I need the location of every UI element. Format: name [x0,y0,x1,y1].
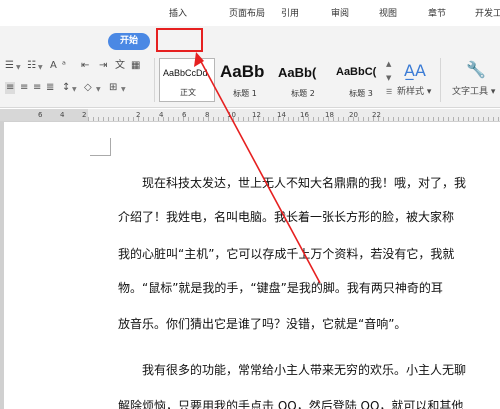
decrease-indent-icon[interactable]: ⇤ [81,60,89,72]
tab-start[interactable]: 开始 [108,33,150,50]
chevron-down-icon[interactable]: ▼ [121,86,126,93]
chevron-down-icon[interactable]: ▼ [38,64,43,71]
bullet-list-icon[interactable]: ☰ [5,60,14,72]
gallery-expand-icon[interactable]: ☰ [386,86,392,98]
text-tools-label: 文字工具 [452,87,489,97]
style-normal[interactable]: AaBbCcDd 正文 [159,58,215,102]
ruler-number: 16 [300,111,309,119]
new-style-label: 新样式 [397,87,425,97]
ruler-ticks [88,117,500,121]
style-gallery: AaBbCcDd 正文 AaBb 标题 1 AaBb( 标题 2 AaBbC( … [159,58,393,102]
chevron-down-icon[interactable]: ▼ [72,86,77,93]
justify-icon[interactable]: ≣ [46,82,54,94]
shading-icon[interactable]: ◇ [84,82,92,94]
style-sample: AaBbC( [336,66,377,78]
ruler-number: 20 [349,111,358,119]
paragraph-line: 物。“鼠标”就是我的手，“键盘”是我的脚。我有两只神奇的耳 [118,281,443,295]
new-style-button[interactable]: 新样式 ▾ [397,86,431,98]
paragraph-line: 放音乐。你们猜出它是谁了吗？没错，它就是“音响”。 [118,317,407,331]
ruler-number: 6 [38,111,43,119]
font-size-down-icon[interactable]: ᵃ [62,60,66,72]
paragraph-line: 我的心脏叫“主机”，它可以存成千上万个资料，若没有它，我就 [118,247,455,261]
paragraph-line: 解除烦恼，只要用我的手点击 QQ，然后登陆 QQ，就可以和其他 [118,399,464,409]
ruler-number: 8 [205,111,210,119]
increase-indent-icon[interactable]: ⇥ [99,60,107,72]
ruler-margin [0,109,88,121]
horizontal-ruler[interactable]: 6 4 2 2 4 6 8 10 12 14 16 18 20 22 [0,109,500,122]
ruler-number: 10 [227,111,236,119]
align-center-icon[interactable]: ≡ [20,82,28,94]
ruler-number: 2 [82,111,87,119]
chevron-down-icon[interactable]: ▼ [16,64,21,71]
tab-section[interactable]: 章节 [428,5,446,23]
divider [154,58,155,102]
new-style-icon[interactable]: A̲A [404,62,426,80]
ruler-number: 22 [372,111,381,119]
table-grid-icon[interactable]: ▦ [131,60,140,72]
style-name: 标题 3 [349,89,373,98]
style-heading-2[interactable]: AaBb( 标题 2 [275,58,331,102]
ruler-number: 18 [325,111,334,119]
tab-developer[interactable]: 开发工 [475,5,500,23]
ruler-number: 14 [277,111,286,119]
gallery-scroll-up-icon[interactable]: ▲ [386,58,391,70]
margin-corner-mark [90,138,111,156]
font-size-icon[interactable]: A [50,60,57,72]
paragraph-line: 介绍了！我姓电，名叫电脑。我长着一张长方形的脸，被大家称 [118,210,455,224]
borders-icon[interactable]: ⊞ [109,82,117,94]
ruler-number: 4 [60,111,65,119]
style-sample: AaBb [220,62,265,81]
tab-view[interactable]: 视图 [379,5,397,23]
ruler-number: 12 [252,111,261,119]
numbered-list-icon[interactable]: ☷ [27,60,36,72]
style-heading-1[interactable]: AaBb 标题 1 [217,58,273,102]
tab-review[interactable]: 审阅 [331,5,349,23]
tab-page-layout[interactable]: 页面布局 [229,5,265,23]
wrench-icon[interactable]: 🔧 [466,61,486,79]
text-tools-button[interactable]: 文字工具 ▾ [452,86,495,98]
ruler-number: 2 [136,111,141,119]
chinese-layout-icon[interactable]: 文 [115,60,125,72]
ruler-number: 6 [182,111,187,119]
ruler-number: 4 [159,111,164,119]
paragraph-line: 我有很多的功能，常常给小主人带来无穷的欢乐。小主人无聊 [142,363,467,377]
divider [440,58,441,102]
gallery-scroll-down-icon[interactable]: ▼ [386,72,391,84]
style-name: 标题 1 [233,89,257,98]
style-name: 标题 2 [291,89,315,98]
style-sample: AaBbCcDd [163,68,208,78]
tab-references[interactable]: 引用 [281,5,299,23]
tab-insert[interactable]: 插入 [169,5,187,23]
menu-bar [0,26,500,54]
style-name: 正文 [180,88,196,97]
style-sample: AaBb( [278,65,317,80]
style-heading-3[interactable]: AaBbC( 标题 3 [333,58,389,102]
align-right-icon[interactable]: ≡ [33,82,41,94]
align-left-icon[interactable]: ≡ [5,82,16,94]
insert-tab-highlight [156,28,203,52]
line-spacing-icon[interactable]: ↕ [62,82,70,94]
paragraph-line: 现在科技太发达，世上无人不知大名鼎鼎的我！哦，对了，我 [142,176,467,190]
chevron-down-icon[interactable]: ▼ [96,86,101,93]
